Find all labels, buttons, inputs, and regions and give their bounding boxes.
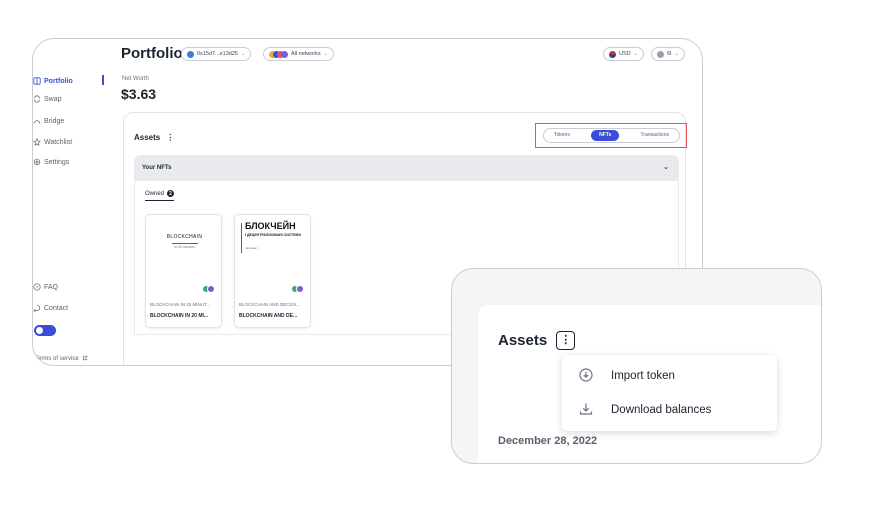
sidebar-item-label: Settings	[44, 158, 70, 166]
nft-collection: BLOCKCHAIN AND DECEN...	[239, 302, 300, 307]
user-menu[interactable]: 6I ⌄	[651, 47, 685, 61]
nft-cover-subtitle: in 20 minutes	[174, 245, 195, 249]
network-label: All networks	[291, 51, 321, 57]
toggle-knob	[36, 327, 43, 334]
chat-icon	[33, 304, 41, 312]
nft-cover-part: частина I	[245, 246, 258, 250]
chevron-down-icon: ⌄	[663, 164, 669, 171]
account-avatar	[187, 50, 194, 58]
menu-item-download-balances[interactable]: Download balances	[578, 401, 711, 419]
nft-card[interactable]: БЛОКЧЕЙН І ДЕЦЕНТРАЛІЗОВАНІ СИСТЕМИ част…	[234, 214, 311, 328]
section-title: Your NFTs	[142, 165, 172, 171]
sidebar-item-label: FAQ	[44, 283, 59, 291]
account-address: 0x15d7...e13d25	[197, 51, 238, 57]
chain-icons	[202, 285, 215, 293]
tabs-highlight: Tokens NFTs Transactions	[535, 123, 687, 148]
assets-heading: Assets ⋮	[134, 133, 174, 142]
sidebar-item-label: Watchlist	[44, 138, 73, 146]
import-icon	[578, 367, 594, 386]
net-worth-value: $3.63	[121, 86, 157, 102]
nft-cover-title: BLOCKCHAIN	[166, 234, 203, 240]
your-nfts-header[interactable]: Your NFTs ⌄	[134, 155, 679, 181]
menu-item-label: Import token	[611, 370, 675, 382]
chevron-down-icon: ⌄	[240, 51, 246, 57]
assets-dropdown-menu: Import token Download balances	[562, 355, 777, 431]
chain-icons	[291, 285, 304, 293]
sidebar-item-portfolio[interactable]: Portfolio	[33, 74, 73, 88]
assets-heading-zoom: Assets ⋮	[498, 331, 576, 350]
tab-tokens[interactable]: Tokens	[547, 130, 577, 141]
chevron-down-icon: ⌄	[633, 51, 638, 57]
cover-accent-line	[241, 223, 242, 253]
page-title: Portfolio	[121, 45, 183, 62]
currency-label: USD	[619, 51, 631, 57]
tab-nfts[interactable]: NFTs	[591, 130, 620, 141]
svg-text:?: ?	[36, 285, 39, 290]
star-icon	[33, 138, 41, 146]
portfolio-icon	[33, 77, 41, 85]
nft-collection: BLOCKCHAIN IN 20 MINUT...	[150, 302, 211, 307]
net-worth-label: Net Worth	[122, 76, 149, 82]
network-logos-icon	[269, 50, 288, 58]
owned-count-badge: 2	[167, 190, 175, 197]
chevron-down-icon: ⌄	[674, 51, 679, 57]
menu-item-label: Download balances	[611, 404, 712, 416]
sidebar-item-watchlist[interactable]: Watchlist	[33, 135, 72, 149]
user-label: 6I	[667, 51, 672, 57]
active-indicator	[102, 75, 104, 85]
chain-icon	[296, 285, 304, 293]
terms-link[interactable]: Terms of service	[35, 355, 88, 363]
kebab-menu-icon[interactable]: ⋮	[556, 331, 576, 350]
zoom-content: Assets ⋮ Import token Download balances …	[478, 305, 821, 463]
nft-image: BLOCKCHAIN in 20 minutes	[150, 220, 219, 292]
cover-divider	[172, 243, 198, 244]
us-flag-icon	[609, 50, 616, 58]
nft-name: BLOCKCHAIN AND DE...	[239, 313, 298, 319]
sidebar-item-settings[interactable]: Settings	[33, 155, 69, 169]
account-selector[interactable]: 0x15d7...e13d25 ⌄	[181, 47, 252, 61]
zoom-callout: Assets ⋮ Import token Download balances …	[451, 268, 822, 464]
avatar	[657, 50, 664, 58]
owned-label: Owned	[145, 190, 165, 197]
assets-title: Assets	[498, 332, 548, 349]
nft-name: BLOCKCHAIN IN 20 MI...	[150, 313, 209, 319]
bridge-icon	[33, 117, 41, 125]
nft-cover-subtitle: І ДЕЦЕНТРАЛІЗОВАНІ СИСТЕМИ	[245, 233, 301, 237]
sidebar-item-label: Portfolio	[44, 77, 73, 85]
sidebar-item-swap[interactable]: Swap	[33, 92, 62, 106]
sidebar: Portfolio Swap Bridge Watchlist Settings…	[33, 39, 115, 365]
network-selector[interactable]: All networks ⌄	[263, 47, 334, 61]
nft-card[interactable]: BLOCKCHAIN in 20 minutes BLOCKCHAIN IN 2…	[145, 214, 222, 328]
currency-selector[interactable]: USD ⌄	[603, 47, 644, 61]
chevron-down-icon: ⌄	[323, 51, 328, 57]
sidebar-item-label: Swap	[44, 95, 62, 103]
sidebar-item-label: Contact	[44, 304, 69, 312]
sidebar-item-label: Bridge	[44, 117, 65, 125]
download-icon	[578, 401, 594, 420]
nft-image: БЛОКЧЕЙН І ДЕЦЕНТРАЛІЗОВАНІ СИСТЕМИ част…	[239, 220, 308, 292]
date-label: December 28, 2022	[498, 435, 598, 447]
sidebar-item-faq[interactable]: ? FAQ	[33, 280, 58, 294]
sidebar-item-contact[interactable]: Contact	[33, 301, 68, 315]
assets-title: Assets	[134, 133, 161, 142]
question-icon: ?	[33, 283, 41, 291]
asset-tabs: Tokens NFTs Transactions	[543, 128, 680, 143]
external-link-icon	[82, 355, 88, 363]
menu-item-import-token[interactable]: Import token	[578, 367, 675, 385]
theme-toggle[interactable]	[34, 325, 56, 336]
sidebar-item-bridge[interactable]: Bridge	[33, 114, 64, 128]
swap-icon	[33, 95, 41, 103]
terms-label: Terms of service	[35, 356, 79, 362]
kebab-menu-icon[interactable]: ⋮	[166, 133, 174, 142]
tab-transactions[interactable]: Transactions	[634, 130, 676, 141]
nft-cover-title: БЛОКЧЕЙН	[245, 221, 296, 231]
gear-icon	[33, 158, 41, 166]
owned-tab[interactable]: Owned 2	[145, 190, 175, 201]
chain-icon	[207, 285, 215, 293]
